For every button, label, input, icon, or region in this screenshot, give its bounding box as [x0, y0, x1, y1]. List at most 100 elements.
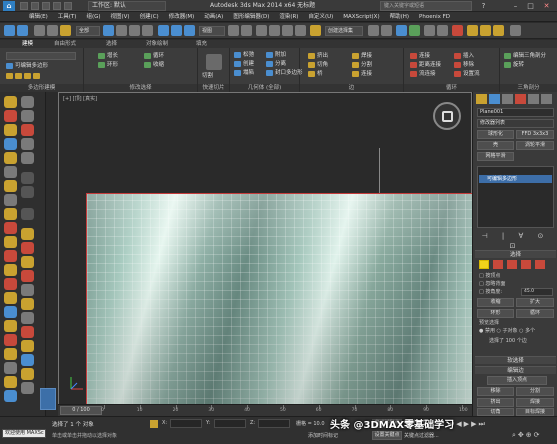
chamfer-item[interactable]: 切角: [308, 61, 328, 69]
tool-icon-4[interactable]: [4, 138, 17, 150]
tool-icon-36[interactable]: [21, 298, 34, 310]
tool-icon-28[interactable]: [21, 172, 34, 184]
menu-create[interactable]: 创建(C): [135, 12, 164, 21]
tool-icon-17[interactable]: [4, 320, 17, 332]
edge-level-icon[interactable]: [493, 260, 503, 269]
bridge-item[interactable]: 桥: [308, 70, 323, 78]
ribbon-subobject-row[interactable]: [6, 52, 76, 60]
mirror-icon[interactable]: [368, 25, 379, 36]
viewcube-face[interactable]: [442, 111, 453, 122]
border-level-icon[interactable]: [507, 260, 517, 269]
search-input[interactable]: 键入关键字或短语: [380, 1, 472, 11]
named-selection-dropdown[interactable]: 创建选择集: [325, 26, 363, 36]
by-angle-checkbox[interactable]: □ 按角度:: [479, 288, 502, 296]
toolbar-extra-icon[interactable]: [510, 25, 521, 36]
snap-icon[interactable]: [256, 25, 267, 36]
minimize-icon[interactable]: –: [510, 1, 521, 11]
select-object-icon[interactable]: [103, 25, 114, 36]
unlink-icon[interactable]: [47, 25, 58, 36]
tool-icon-1[interactable]: [4, 96, 17, 108]
tab-freeform[interactable]: 自由形式: [54, 40, 76, 48]
app-logo-icon[interactable]: ⌂: [3, 1, 15, 11]
relax-item[interactable]: 松弛: [234, 51, 254, 59]
x-coord-field[interactable]: [170, 419, 202, 428]
graphite-toggle-icon[interactable]: [409, 25, 420, 36]
tab-object-paint[interactable]: 对象绘制: [146, 40, 168, 48]
tool-icon-25[interactable]: [21, 124, 34, 136]
tool-icon-9[interactable]: [4, 208, 17, 220]
tool-icon-37[interactable]: [21, 312, 34, 324]
edit-tri-item[interactable]: 编辑三角剖分: [504, 52, 546, 60]
meshsmooth-button[interactable]: 网格平滑: [477, 152, 514, 161]
menu-phoenix[interactable]: Phoenix FD: [414, 12, 455, 21]
playback-controls[interactable]: ⏮◀▶▶⏭: [448, 420, 508, 429]
undo-icon[interactable]: [4, 25, 15, 36]
menu-graph-editors[interactable]: 图形编辑器(D): [228, 12, 274, 21]
vertex-icon[interactable]: [6, 72, 13, 79]
tool-icon-34[interactable]: [21, 270, 34, 282]
material-editor-icon[interactable]: [452, 25, 463, 36]
tool-icon-42[interactable]: [21, 382, 34, 394]
key-filters-button[interactable]: 关键点过滤器...: [404, 432, 439, 439]
ring-button[interactable]: 环形: [477, 309, 514, 318]
extrude-item[interactable]: 挤出: [308, 52, 328, 60]
viewport-label[interactable]: [+] [顶] [真实]: [63, 95, 97, 102]
tool-icon-19[interactable]: [4, 348, 17, 360]
add-time-tag-button[interactable]: 添加时间标记: [308, 432, 338, 439]
save-file-icon[interactable]: [42, 2, 50, 10]
split-button[interactable]: 分割: [516, 387, 554, 396]
tool-icon-2[interactable]: [4, 110, 17, 122]
menu-modifiers[interactable]: 修改器(M): [164, 12, 200, 21]
turn-item[interactable]: 旋转: [504, 61, 524, 69]
create-tab-icon[interactable]: [476, 94, 487, 104]
viewport-perspective[interactable]: [+] [顶] [真实]: [58, 92, 474, 416]
tool-icon-12[interactable]: [4, 250, 17, 262]
undo-icon[interactable]: [53, 2, 61, 10]
tab-populate[interactable]: 填充: [196, 40, 207, 48]
edit-named-selection-icon[interactable]: [310, 25, 321, 36]
soft-selection-rollout-header[interactable]: 软选择: [475, 356, 556, 364]
shrink-button[interactable]: 收缩: [477, 298, 514, 307]
tab-modeling[interactable]: 建模: [22, 40, 33, 48]
tool-icon-10[interactable]: [4, 222, 17, 234]
menu-views[interactable]: 视图(V): [106, 12, 135, 21]
stack-item-editable-poly[interactable]: 可编辑多边形: [479, 175, 552, 183]
close-icon[interactable]: ✕: [541, 1, 552, 11]
editable-poly-text[interactable]: 可编辑多边形: [15, 63, 48, 69]
loop-connect-item[interactable]: 连接: [410, 52, 430, 60]
lock-selection-icon[interactable]: [150, 420, 158, 428]
set-key-button[interactable]: 设置关键点: [372, 431, 402, 440]
remove-loop-item[interactable]: 移除: [454, 61, 474, 69]
tool-icon-22[interactable]: [4, 390, 17, 402]
grow-button[interactable]: 扩大: [516, 298, 554, 307]
spinner-snap-icon[interactable]: [295, 25, 306, 36]
stack-controls[interactable]: ⊣ | ∀ ⊙ ⊡: [477, 231, 554, 250]
menu-rendering[interactable]: 渲染(R): [274, 12, 303, 21]
schematic-view-icon[interactable]: [437, 25, 448, 36]
tool-icon-26[interactable]: [21, 138, 34, 150]
turbosmooth-button[interactable]: 涡轮平滑: [516, 141, 554, 150]
help-icon[interactable]: ?: [478, 1, 489, 11]
tool-icon-30[interactable]: [21, 208, 34, 220]
tool-icon-16[interactable]: [4, 306, 17, 318]
spherify-button[interactable]: 球形化: [477, 130, 514, 139]
preview-radio-group[interactable]: ● 禁用 ○ 子对象 ○ 多个: [479, 327, 535, 335]
maximize-icon[interactable]: □: [525, 1, 536, 11]
loop-item[interactable]: 循环: [144, 52, 164, 60]
attach-item[interactable]: 附加: [266, 51, 286, 59]
rendered-frame-icon[interactable]: [480, 25, 491, 36]
weld-button[interactable]: 焊接: [516, 398, 554, 407]
shrink-item[interactable]: 收缩: [144, 61, 164, 69]
curve-editor-icon[interactable]: [424, 25, 435, 36]
remove-button[interactable]: 移除: [477, 387, 514, 396]
object-name-field[interactable]: Plane001: [477, 108, 554, 117]
tool-icon-6[interactable]: [4, 166, 17, 178]
hierarchy-tab-icon[interactable]: [502, 94, 513, 104]
tool-icon-14[interactable]: [4, 278, 17, 290]
tool-icon-41[interactable]: [21, 368, 34, 380]
tool-icon-18[interactable]: [4, 334, 17, 346]
new-file-icon[interactable]: [20, 2, 28, 10]
plane-object[interactable]: [86, 193, 474, 409]
modify-tab-icon[interactable]: [489, 94, 500, 104]
extrude-button[interactable]: 挤出: [477, 398, 514, 407]
